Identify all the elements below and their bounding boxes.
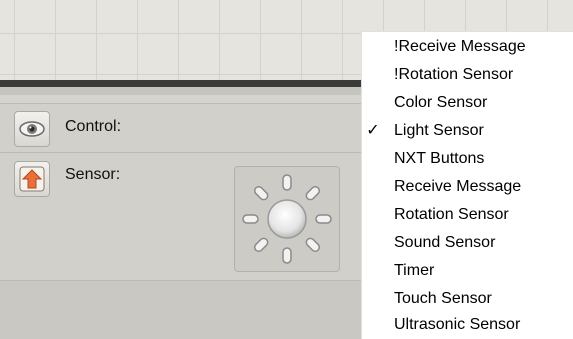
- menu-item-rotation-sensor[interactable]: Rotation Sensor: [362, 201, 573, 229]
- menu-item-timer[interactable]: Timer: [362, 257, 573, 285]
- menu-item-label: Sound Sensor: [394, 234, 496, 251]
- menu-item-touch-sensor[interactable]: Touch Sensor: [362, 285, 573, 313]
- menu-item-label: Timer: [394, 262, 435, 279]
- sensor-dropdown-menu[interactable]: !Receive Message !Rotation Sensor Color …: [361, 31, 573, 339]
- sensor-preview: [234, 166, 340, 272]
- menu-item-light-sensor[interactable]: ✓ Light Sensor: [362, 117, 573, 145]
- menu-item-label: Rotation Sensor: [394, 206, 509, 223]
- menu-item-label: NXT Buttons: [394, 150, 485, 167]
- control-label: Control:: [65, 118, 122, 135]
- menu-item-nxt-buttons[interactable]: NXT Buttons: [362, 145, 573, 173]
- menu-item-ultrasonic-sensor[interactable]: Ultrasonic Sensor: [362, 311, 573, 339]
- menu-item-label: Touch Sensor: [394, 290, 492, 307]
- checkmark-icon: ✓: [366, 122, 380, 139]
- menu-item-receive-message-bang[interactable]: !Receive Message: [362, 33, 573, 61]
- eye-icon: [14, 111, 50, 147]
- light-sensor-icon: [242, 174, 332, 264]
- menu-item-sound-sensor[interactable]: Sound Sensor: [362, 229, 573, 257]
- sensor-label: Sensor:: [65, 166, 121, 183]
- menu-item-rotation-sensor-bang[interactable]: !Rotation Sensor: [362, 61, 573, 89]
- menu-item-label: Ultrasonic Sensor: [394, 316, 521, 333]
- menu-item-label: Color Sensor: [394, 94, 488, 111]
- menu-item-color-sensor[interactable]: Color Sensor: [362, 89, 573, 117]
- menu-item-label: Receive Message: [394, 178, 522, 195]
- menu-item-label: Light Sensor: [394, 122, 484, 139]
- menu-item-receive-message[interactable]: Receive Message: [362, 173, 573, 201]
- menu-item-label: !Rotation Sensor: [394, 66, 514, 83]
- menu-item-label: !Receive Message: [394, 38, 526, 55]
- sensor-arrow-icon: [14, 161, 50, 197]
